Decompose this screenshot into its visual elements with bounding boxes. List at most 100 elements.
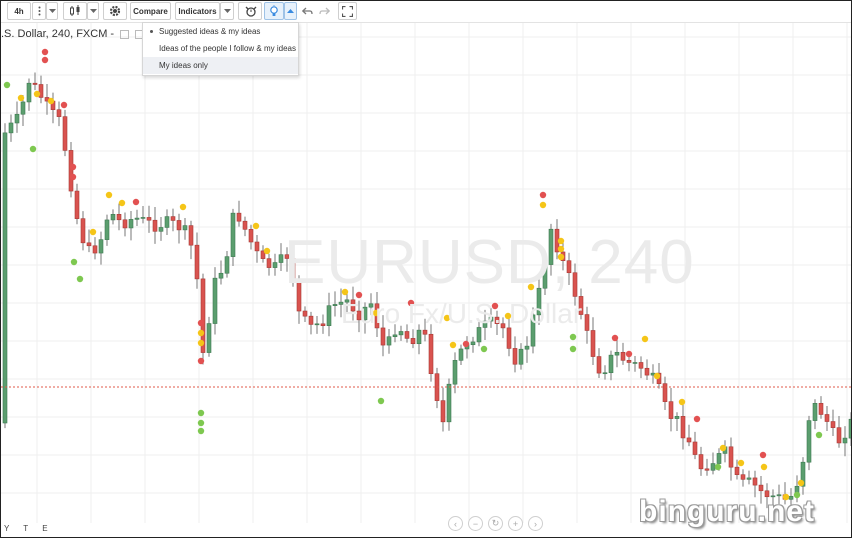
candle-body [572,272,578,297]
candle-body [56,109,62,117]
candle-body [626,360,632,363]
idea-marker [407,299,415,307]
idea-marker [17,94,25,102]
zoom-in-icon[interactable]: + [508,516,523,531]
idea-marker [197,357,205,365]
reset-icon[interactable]: ↻ [488,516,503,531]
candle-body [830,421,836,428]
candle-body [338,301,344,305]
candle-body [74,190,80,219]
zoom-out-icon[interactable]: − [468,516,483,531]
idea-marker [539,201,547,209]
redo-icon[interactable] [317,2,332,20]
scroll-right-icon[interactable]: › [528,516,543,531]
selected-dot-icon [150,30,153,33]
candle-body [584,314,590,331]
candles-icon[interactable] [63,2,87,20]
chart-type-chevron-down-icon[interactable] [87,2,99,20]
candle-body [398,331,404,336]
ideas-option-following[interactable]: Ideas of the people I follow & my ideas [143,40,298,57]
candle-body [392,334,398,338]
idea-marker [70,258,78,266]
candle-body [182,225,188,231]
alert-clock-icon[interactable] [238,2,262,20]
undo-icon[interactable] [300,2,315,20]
idea-marker [719,444,727,452]
candle-body [590,330,596,357]
idea-marker [569,345,577,353]
candle-body [32,82,38,85]
gear-icon[interactable] [103,2,127,20]
compare-button[interactable]: Compare [130,2,171,20]
candle-body [110,214,116,221]
candle-body [644,367,650,376]
candle-body [170,216,176,221]
candle-body [806,420,812,463]
candle-body [500,323,506,329]
candle-body [134,217,140,220]
candle-body [458,348,464,361]
price-chart[interactable] [1,23,851,523]
scroll-left-icon[interactable]: ‹ [448,516,463,531]
interval-button[interactable]: 4h [7,2,31,20]
ideas-option-suggested[interactable]: Suggested ideas & my ideas [143,23,298,40]
candle-body [842,437,848,444]
candle-body [512,348,518,365]
candle-body [482,320,488,328]
candle-body [698,454,704,470]
idea-marker [480,345,488,353]
lightbulb-icon[interactable] [264,2,284,20]
candle-body [86,242,92,247]
legend-settings-icon[interactable] [120,29,130,39]
candle-body [752,477,758,486]
indicators-chevron-down-icon[interactable] [220,2,234,20]
candle-body [380,327,386,346]
candle-body [578,296,584,315]
idea-marker [377,397,385,405]
candle-body [638,362,644,369]
idea-marker [539,191,547,199]
candle-body [152,219,158,232]
candle-body [422,329,428,335]
idea-marker [569,333,577,341]
idea-marker [132,198,140,206]
candle-body [368,303,374,308]
time-axis: Y T E [4,524,54,533]
candle-body [470,341,476,346]
candle-body [818,403,824,415]
candle-body [476,327,482,343]
candle-body [848,418,851,439]
candle-body [524,345,530,350]
candle-body [320,323,326,326]
idea-marker [197,409,205,417]
ideas-chevron-up-icon[interactable] [284,2,297,20]
idea-marker [179,203,187,211]
candle-body [758,484,764,492]
candle-body [290,258,296,281]
interval-chevron-down-icon[interactable] [46,2,58,20]
indicators-button[interactable]: Indicators [175,2,220,20]
idea-marker [760,463,768,471]
ideas-option-mine-only[interactable]: My ideas only [143,57,298,74]
candle-body [68,150,74,192]
candle-body [248,229,254,243]
candle-body [164,216,170,228]
idea-marker [3,81,11,89]
candle-body [356,310,362,321]
candle-body [206,323,212,353]
idea-marker [611,334,619,342]
candle-body [452,360,458,385]
candle-body [746,477,752,480]
candle-body [332,304,338,306]
candle-body [230,212,236,257]
candle-body [704,468,710,471]
idea-marker [197,329,205,337]
interval-menu-icon[interactable] [32,2,46,20]
candle-body [602,372,608,375]
fullscreen-icon[interactable] [338,2,357,20]
candle-body [710,463,716,471]
candle-body [2,132,8,424]
symbol-description: .S. Dollar, 240, FXCM - [1,28,115,40]
candle-body [104,219,110,240]
candle-body [278,254,284,263]
